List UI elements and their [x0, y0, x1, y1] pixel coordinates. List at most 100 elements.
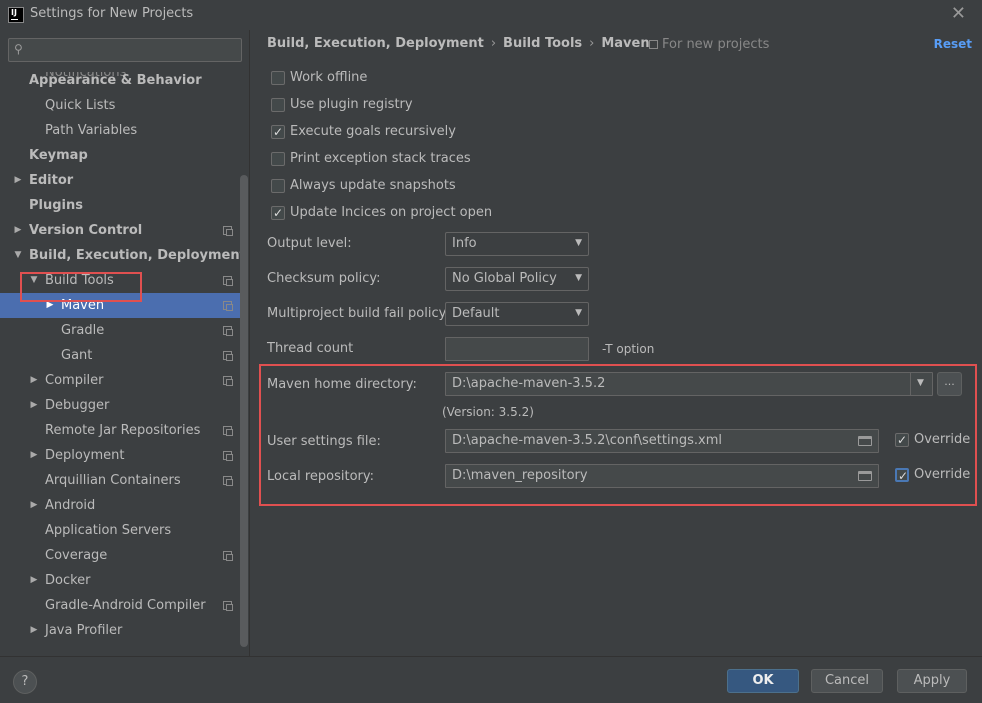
checkbox-box[interactable]	[271, 123, 285, 141]
sidebar-item-label: Gradle-Android Compiler	[45, 598, 206, 613]
copy-icon	[223, 551, 233, 561]
chevron-down-icon[interactable]: ▼	[12, 243, 24, 268]
checkbox-label: Execute goals recursively	[290, 124, 456, 139]
breadcrumb-item-build[interactable]: Build, Execution, Deployment	[267, 36, 484, 51]
sidebar-item-appearance-behavior[interactable]: Appearance & Behavior	[0, 68, 240, 93]
sidebar-item-application-servers[interactable]: Application Servers	[0, 518, 240, 543]
sidebar-item-debugger[interactable]: ▶ Debugger	[0, 393, 240, 418]
sidebar-item-maven[interactable]: ▶ Maven	[0, 293, 240, 318]
checkbox-box[interactable]	[271, 179, 285, 193]
chevron-down-icon: ▼	[575, 238, 582, 248]
sidebar-item-gradle[interactable]: Gradle	[0, 318, 240, 343]
chevron-right-icon[interactable]: ▶	[28, 618, 40, 643]
sidebar-item-quick-lists[interactable]: Quick Lists	[0, 93, 240, 118]
title-bar: IJ Settings for New Projects ✕	[0, 0, 982, 30]
copy-icon	[223, 376, 233, 386]
maven-home-label: Maven home directory:	[267, 377, 417, 392]
sidebar-item-version-control[interactable]: ▶ Version Control	[0, 218, 240, 243]
checkbox-box[interactable]	[895, 431, 909, 449]
breadcrumb-item-build-tools[interactable]: Build Tools	[503, 36, 582, 51]
sidebar-item-android[interactable]: ▶ Android	[0, 493, 240, 518]
sidebar-item-label: Compiler	[45, 373, 104, 388]
checkbox-label: Use plugin registry	[290, 97, 413, 112]
chevron-down-icon: ▼	[917, 378, 924, 388]
cancel-button[interactable]: Cancel	[811, 669, 883, 693]
settings-search-box[interactable]: ⚲	[8, 38, 242, 62]
sidebar-item-docker[interactable]: ▶ Docker	[0, 568, 240, 593]
folder-icon[interactable]	[858, 471, 872, 481]
combo-value: No Global Policy	[452, 271, 557, 286]
sidebar-item-path-variables[interactable]: Path Variables	[0, 118, 240, 143]
checkbox-box[interactable]	[271, 152, 285, 166]
reset-link[interactable]: Reset	[934, 37, 972, 51]
checkbox-box[interactable]	[895, 467, 909, 485]
output-level-label: Output level:	[267, 236, 352, 251]
checkbox-box[interactable]	[271, 204, 285, 222]
sidebar-scrollbar[interactable]	[240, 175, 248, 647]
checkbox-box[interactable]	[271, 98, 285, 112]
sidebar-item-remote-jar-repositories[interactable]: Remote Jar Repositories	[0, 418, 240, 443]
settings-search-input[interactable]	[35, 41, 235, 59]
chevron-right-icon[interactable]: ▶	[28, 493, 40, 518]
chevron-right-icon[interactable]: ▶	[44, 293, 56, 318]
copy-icon	[223, 226, 233, 236]
thread-count-hint: -T option	[602, 342, 655, 356]
sidebar-item-deployment[interactable]: ▶ Deployment	[0, 443, 240, 468]
chevron-right-icon[interactable]: ▶	[28, 568, 40, 593]
checkbox-box[interactable]	[271, 71, 285, 85]
chevron-right-icon[interactable]: ▶	[12, 168, 24, 193]
sidebar-item-keymap[interactable]: Keymap	[0, 143, 240, 168]
scope-indicator: For new projects	[649, 37, 769, 52]
sidebar-item-label: Build, Execution, Deployment	[29, 248, 246, 263]
field-value: D:\apache-maven-3.5.2	[452, 376, 606, 391]
sidebar-item-gradle-android-compiler[interactable]: Gradle-Android Compiler	[0, 593, 240, 618]
close-icon[interactable]: ✕	[951, 3, 966, 24]
chevron-right-icon[interactable]: ▶	[28, 368, 40, 393]
maven-home-dropdown[interactable]: ▼	[910, 373, 932, 395]
sidebar-item-compiler[interactable]: ▶ Compiler	[0, 368, 240, 393]
checkbox-label: Update Incices on project open	[290, 205, 493, 220]
sidebar-item-label: Build Tools	[45, 273, 114, 288]
sidebar-item-label: Plugins	[29, 198, 83, 213]
sidebar-item-build-execution-deployment[interactable]: ▼ Build, Execution, Deployment	[0, 243, 246, 268]
breadcrumb: Build, Execution, Deployment › Build Tools…	[267, 36, 650, 51]
maven-home-combo[interactable]: D:\apache-maven-3.5.2 ▼	[445, 372, 933, 396]
checkbox-label: Work offline	[290, 70, 368, 85]
help-button[interactable]: ?	[13, 670, 37, 694]
copy-icon	[223, 601, 233, 611]
checksum-policy-combo[interactable]: No Global Policy ▼	[445, 267, 589, 291]
sidebar-item-java-profiler[interactable]: ▶ Java Profiler	[0, 618, 240, 643]
sidebar-item-build-tools[interactable]: ▼ Build Tools	[0, 268, 240, 293]
chevron-down-icon[interactable]: ▼	[28, 268, 40, 293]
local-repo-input[interactable]: D:\maven_repository	[445, 464, 879, 488]
user-settings-label: User settings file:	[267, 434, 381, 449]
chevron-right-icon[interactable]: ▶	[28, 393, 40, 418]
search-icon: ⚲	[14, 42, 23, 56]
sidebar-item-label: Appearance & Behavior	[29, 73, 202, 88]
chevron-right-icon[interactable]: ▶	[12, 218, 24, 243]
maven-home-browse-button[interactable]: ...	[937, 372, 962, 396]
sidebar-item-label: Coverage	[45, 548, 108, 563]
apply-button[interactable]: Apply	[897, 669, 967, 693]
sidebar-item-editor[interactable]: ▶ Editor	[0, 168, 240, 193]
checkbox-label: Print exception stack traces	[290, 151, 471, 166]
output-level-combo[interactable]: Info ▼	[445, 232, 589, 256]
sidebar-item-label: Gant	[61, 348, 93, 363]
sidebar-item-plugins[interactable]: Plugins	[0, 193, 240, 218]
chevron-right-icon[interactable]: ▶	[28, 443, 40, 468]
app-icon-text: IJ	[11, 8, 17, 17]
copy-icon	[649, 40, 658, 49]
ok-button[interactable]: OK	[727, 669, 799, 693]
user-settings-input[interactable]: D:\apache-maven-3.5.2\conf\settings.xml	[445, 429, 879, 453]
field-value: D:\maven_repository	[452, 468, 588, 483]
sidebar-item-coverage[interactable]: Coverage	[0, 543, 240, 568]
copy-icon	[223, 326, 233, 336]
checksum-policy-label: Checksum policy:	[267, 271, 381, 286]
thread-count-input[interactable]	[445, 337, 589, 361]
fail-policy-combo[interactable]: Default ▼	[445, 302, 589, 326]
breadcrumb-separator: ›	[589, 36, 595, 51]
sidebar-item-gant[interactable]: Gant	[0, 343, 240, 368]
sidebar-item-arquillian-containers[interactable]: Arquillian Containers	[0, 468, 240, 493]
sidebar-item-label: Editor	[29, 173, 74, 188]
folder-icon[interactable]	[858, 436, 872, 446]
